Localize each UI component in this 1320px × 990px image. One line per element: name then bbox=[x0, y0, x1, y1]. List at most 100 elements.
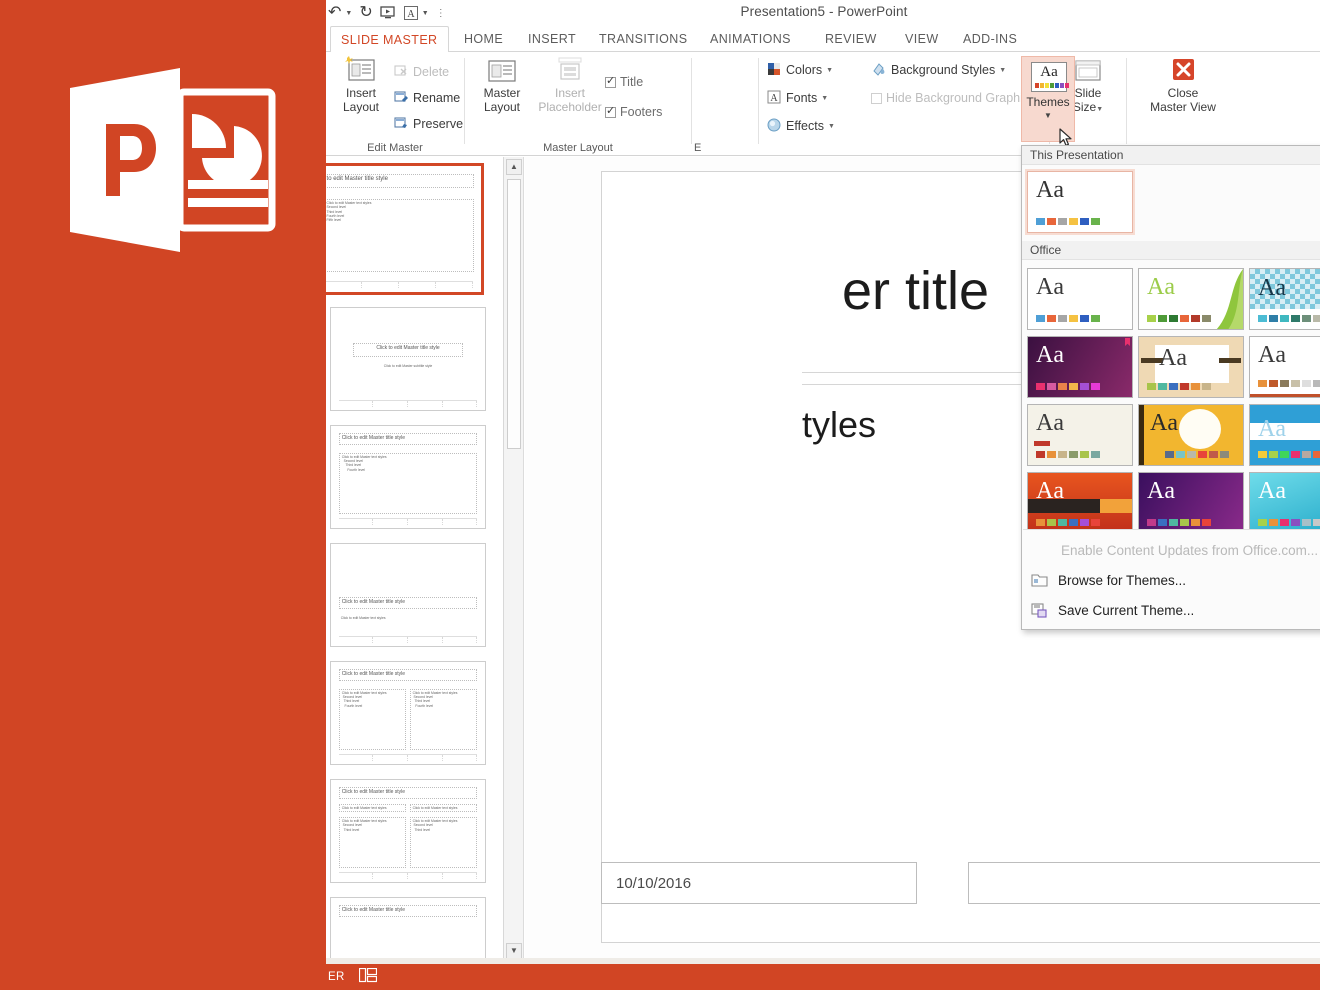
tab-view[interactable]: VIEW bbox=[895, 26, 949, 52]
window-title: Presentation5 - PowerPoint bbox=[494, 4, 1154, 19]
ribbon-group-master-layout: Master Layout Insert Placeholder bbox=[465, 52, 691, 156]
menu-save-current-theme-label: Save Current Theme... bbox=[1058, 603, 1194, 618]
thumbnail-slide-6[interactable]: Click to edit Master title style Click t… bbox=[330, 779, 486, 883]
effects-button[interactable]: Effects ▼ bbox=[767, 116, 835, 136]
tab-slide-master[interactable]: SLIDE MASTER bbox=[330, 26, 449, 53]
theme-this-presentation-0[interactable]: Aa bbox=[1027, 171, 1133, 233]
fonts-caret-icon[interactable]: ▼ bbox=[821, 95, 828, 102]
menu-save-current-theme[interactable]: Save Current Theme... bbox=[1031, 596, 1320, 624]
theme-circle bbox=[1179, 409, 1221, 449]
rename-icon bbox=[394, 90, 409, 107]
menu-browse-for-themes[interactable]: Browse for Themes... bbox=[1031, 566, 1320, 594]
thumbnail-slide-3[interactable]: Click to edit Master title style Click t… bbox=[330, 425, 486, 529]
close-master-view-label-1: Close bbox=[1168, 86, 1199, 100]
themes-caret-icon[interactable]: ▼ bbox=[1022, 111, 1074, 120]
theme-office-9[interactable]: Aa bbox=[1138, 404, 1244, 466]
tab-transitions[interactable]: TRANSITIONS bbox=[589, 26, 697, 52]
thumbnail-6-footer bbox=[339, 872, 478, 879]
theme-swatches bbox=[1165, 451, 1229, 458]
thumbnail-slide-4[interactable]: Click to edit Master title style Click t… bbox=[330, 543, 486, 647]
delete-icon bbox=[394, 64, 409, 81]
thumbnail-scrollbar[interactable]: ▲ ▼ bbox=[504, 157, 524, 961]
start-slideshow-icon[interactable] bbox=[380, 6, 397, 21]
colors-caret-icon[interactable]: ▼ bbox=[826, 67, 833, 74]
theme-office-13[interactable]: Aa bbox=[1138, 472, 1244, 534]
group-label-edit-master: Edit Master bbox=[326, 142, 464, 154]
insert-layout-button[interactable]: Insert Layout bbox=[332, 56, 390, 114]
theme-office-5[interactable]: Aa bbox=[1138, 336, 1244, 398]
themes-gallery-dropdown[interactable]: This Presentation Aa Office Aa bbox=[1021, 145, 1320, 630]
background-styles-caret-icon[interactable]: ▼ bbox=[999, 67, 1006, 74]
close-master-view-label-2: Master View bbox=[1150, 100, 1216, 114]
rename-label: Rename bbox=[413, 91, 460, 105]
thumbnail-slide-7[interactable]: Click to edit Master title style bbox=[330, 897, 486, 961]
quick-access-toolbar[interactable]: ↶ ▼ ↻ A ▼ ⋮ bbox=[328, 0, 446, 26]
effects-caret-icon[interactable]: ▼ bbox=[828, 123, 835, 130]
customize-qat-caret-icon[interactable]: ▼ bbox=[422, 10, 429, 17]
hide-background-graphics-box[interactable] bbox=[871, 93, 882, 104]
theme-office-0[interactable]: Aa bbox=[1027, 268, 1133, 330]
close-master-view-button[interactable]: Close Master View bbox=[1147, 56, 1219, 114]
footers-checkbox-box[interactable] bbox=[605, 107, 616, 118]
insert-layout-icon bbox=[344, 56, 378, 86]
thumbnail-4-subtitle: Click to edit Master text styles bbox=[339, 615, 478, 625]
thumbnail-5-body-right: Click to edit Master text styles Second … bbox=[410, 689, 478, 750]
insert-placeholder-button[interactable]: Insert Placeholder bbox=[541, 56, 599, 114]
thumbnail-slide-5[interactable]: Click to edit Master title style Click t… bbox=[330, 661, 486, 765]
thumbnail-3-footer bbox=[339, 518, 478, 525]
group-label-edit-theme: E bbox=[692, 142, 758, 154]
theme-aa-label: Aa bbox=[1036, 410, 1064, 436]
theme-office-1[interactable]: Aa bbox=[1138, 268, 1244, 330]
undo-icon[interactable]: ↶ bbox=[328, 5, 341, 21]
footers-checkbox[interactable]: Footers bbox=[605, 102, 662, 122]
thumbnail-scroll-thumb[interactable] bbox=[507, 179, 521, 449]
undo-caret-icon[interactable]: ▼ bbox=[345, 10, 352, 17]
title-checkbox-box[interactable] bbox=[605, 77, 616, 88]
title-bar: ↶ ▼ ↻ A ▼ ⋮ bbox=[326, 0, 1320, 26]
fonts-button[interactable]: A Fonts ▼ bbox=[767, 88, 828, 108]
slide-date-placeholder[interactable]: 10/10/2016 bbox=[601, 862, 917, 904]
insert-layout-label-2: Layout bbox=[343, 100, 379, 114]
thumbnail-slide-2[interactable]: Click to edit Master title style Click t… bbox=[330, 307, 486, 411]
slide-size-icon bbox=[1071, 56, 1105, 86]
themes-label: Themes bbox=[1022, 95, 1074, 109]
tab-add-ins[interactable]: ADD-INS bbox=[953, 26, 1027, 52]
theme-accent-bar bbox=[1034, 441, 1050, 446]
tab-insert[interactable]: INSERT bbox=[518, 26, 586, 52]
slide-footer-placeholder[interactable]: Footer bbox=[968, 862, 1320, 904]
effects-label: Effects bbox=[786, 119, 824, 133]
thumbnail-scroll-up-icon[interactable]: ▲ bbox=[506, 159, 522, 175]
fonts-label: Fonts bbox=[786, 91, 817, 105]
master-layout-button[interactable]: Master Layout bbox=[473, 56, 531, 114]
theme-office-14[interactable]: Aa bbox=[1249, 472, 1320, 534]
qat-more-icon[interactable]: ⋮ bbox=[436, 8, 446, 19]
title-checkbox[interactable]: Title bbox=[605, 72, 643, 92]
theme-office-8[interactable]: Aa bbox=[1027, 404, 1133, 466]
theme-office-12[interactable]: Aa bbox=[1027, 472, 1133, 534]
status-bar: ER bbox=[326, 964, 1320, 990]
background-styles-button[interactable]: Background Styles ▼ bbox=[871, 60, 1006, 80]
background-styles-icon bbox=[871, 62, 887, 79]
rename-layout-button[interactable]: Rename bbox=[394, 88, 460, 108]
tab-animations[interactable]: ANIMATIONS bbox=[700, 26, 801, 52]
normal-view-icon[interactable] bbox=[359, 968, 377, 986]
theme-office-2[interactable]: Aa bbox=[1249, 268, 1320, 330]
tab-review[interactable]: REVIEW bbox=[815, 26, 887, 52]
preserve-layout-button[interactable]: Preserve bbox=[394, 114, 463, 134]
colors-button[interactable]: Colors ▼ bbox=[767, 60, 833, 80]
theme-bar-2 bbox=[1100, 499, 1133, 513]
hide-background-graphics-checkbox[interactable]: Hide Background Graphics bbox=[871, 88, 1035, 108]
delete-layout-button[interactable]: Delete bbox=[394, 62, 449, 82]
theme-office-10[interactable]: Aa bbox=[1249, 404, 1320, 466]
theme-swatches bbox=[1036, 519, 1100, 526]
tab-home[interactable]: HOME bbox=[454, 26, 513, 52]
thumbnail-scroll-down-icon[interactable]: ▼ bbox=[506, 943, 522, 959]
font-icon[interactable]: A bbox=[404, 6, 418, 20]
slide-thumbnail-pane[interactable]: to edit Master title style Click to edit… bbox=[326, 157, 504, 961]
theme-office-4[interactable]: Aa bbox=[1027, 336, 1133, 398]
thumbnail-slide-1[interactable]: to edit Master title style Click to edit… bbox=[326, 163, 484, 295]
thumbnail-6-body-left: Click to edit Master text styles Second … bbox=[339, 817, 407, 868]
redo-icon[interactable]: ↻ bbox=[359, 5, 372, 21]
hide-background-graphics-label: Hide Background Graphics bbox=[886, 91, 1035, 105]
theme-office-6[interactable]: Aa bbox=[1249, 336, 1320, 398]
